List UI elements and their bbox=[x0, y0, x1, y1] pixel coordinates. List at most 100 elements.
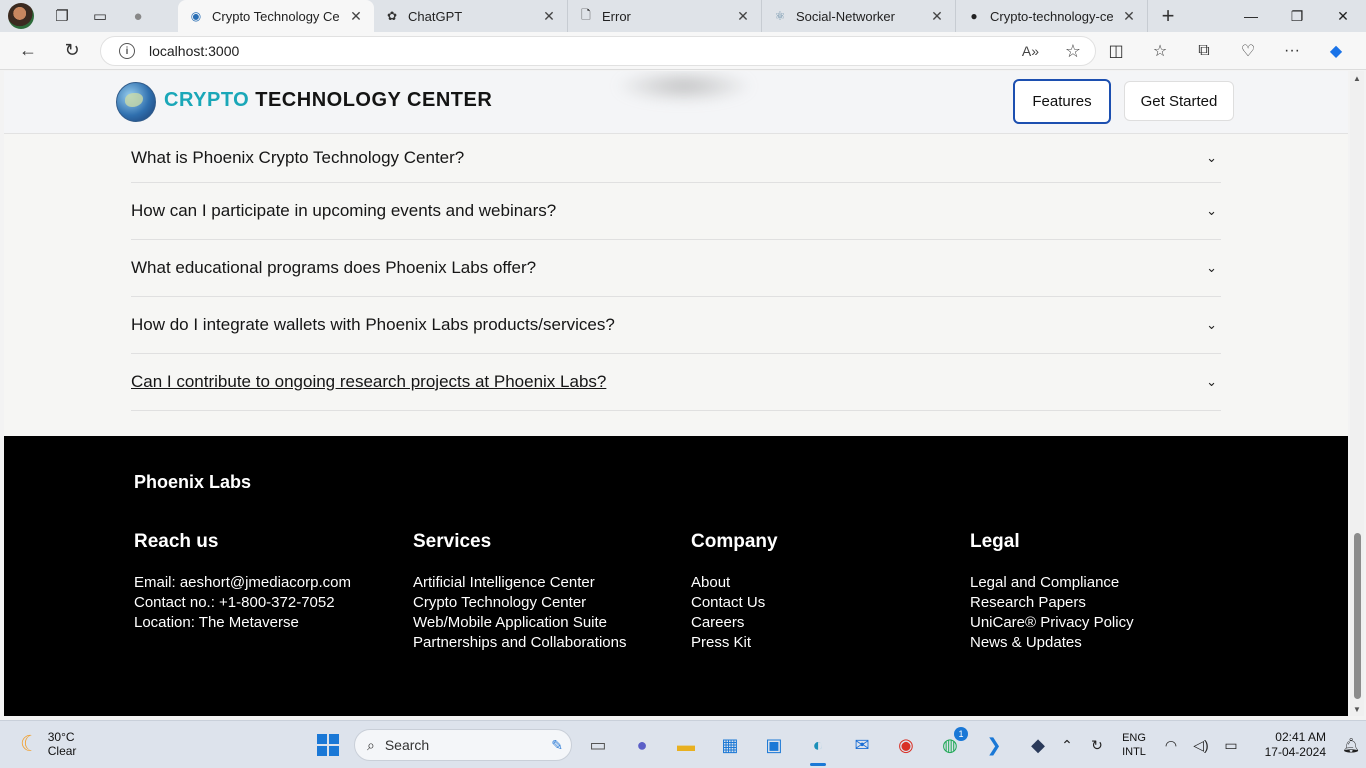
wifi-icon[interactable]: ◠ bbox=[1156, 737, 1186, 754]
close-tab-icon[interactable]: ✕ bbox=[735, 8, 751, 25]
weather-widget[interactable]: ☾ 30°C Clear bbox=[20, 730, 76, 758]
tab-error[interactable]: 🗋 Error ✕ bbox=[568, 0, 762, 32]
chevron-down-icon: ⌄ bbox=[1206, 203, 1217, 218]
battery-icon[interactable]: ▭ bbox=[1216, 737, 1246, 754]
features-button[interactable]: Features bbox=[1013, 79, 1111, 124]
windows-taskbar: ☾ 30°C Clear ⌕ Search ✎ ▭ ● ▬ ▦ ▣ ◐ ✉ ◉ … bbox=[0, 720, 1366, 768]
close-tab-icon[interactable]: ✕ bbox=[541, 8, 557, 25]
address-bar-row: ← ↻ i localhost:3000 A» ☆ ◫ ☆ ⧉ ♡ ··· ◆ bbox=[0, 32, 1366, 70]
meet-icon[interactable]: ● bbox=[620, 727, 664, 763]
brand-technology-center: TECHNOLOGY CENTER bbox=[255, 89, 493, 111]
profile-avatar[interactable] bbox=[8, 3, 34, 29]
weather-temp: 30°C bbox=[47, 730, 75, 744]
volume-icon[interactable]: ◁) bbox=[1186, 737, 1216, 754]
footer-link[interactable]: Artificial Intelligence Center bbox=[413, 573, 626, 593]
url-field[interactable]: i localhost:3000 A» ☆ bbox=[100, 36, 1096, 66]
footer-link[interactable]: Press Kit bbox=[691, 633, 778, 653]
restore-icon[interactable]: ❐ bbox=[1274, 0, 1320, 32]
taskbar-search[interactable]: ⌕ Search ✎ bbox=[354, 729, 572, 761]
site-footer: Phoenix Labs Reach us Email: aeshort@jme… bbox=[4, 436, 1348, 716]
favorites-icon[interactable]: ☆ bbox=[1138, 36, 1182, 66]
faq-item[interactable]: What educational programs does Phoenix L… bbox=[131, 240, 1221, 297]
copilot-icon[interactable]: ◆ bbox=[1314, 36, 1358, 66]
minimize-icon[interactable]: — bbox=[1228, 0, 1274, 32]
split-screen-icon[interactable]: ◫ bbox=[1094, 36, 1138, 66]
tab-title: Crypto Technology Cente bbox=[212, 8, 340, 24]
footer-location: Location: The Metaverse bbox=[134, 614, 299, 631]
back-button[interactable]: ← bbox=[12, 35, 44, 67]
close-tab-icon[interactable]: ✕ bbox=[348, 8, 364, 25]
faq-item[interactable]: What is Phoenix Crypto Technology Center… bbox=[131, 134, 1221, 183]
footer-link[interactable]: News & Updates bbox=[970, 633, 1134, 653]
windows-logo-icon bbox=[317, 734, 339, 756]
chrome-icon[interactable]: ◉ bbox=[884, 727, 928, 763]
store-icon[interactable]: ▦ bbox=[708, 727, 752, 763]
moon-icon: ☾ bbox=[20, 731, 40, 756]
favorite-star-icon[interactable]: ☆ bbox=[1065, 41, 1081, 62]
footer-link[interactable]: Legal and Compliance bbox=[970, 573, 1134, 593]
whatsapp-icon[interactable]: ◍ 1 bbox=[928, 727, 972, 763]
faq-question: What educational programs does Phoenix L… bbox=[131, 258, 537, 277]
globe-logo-icon[interactable] bbox=[116, 82, 156, 122]
faq-item[interactable]: Can I contribute to ongoing research pro… bbox=[131, 354, 1221, 411]
github-tab-icon[interactable]: ● bbox=[128, 6, 148, 26]
footer-column-title: Services bbox=[413, 531, 492, 552]
language-indicator[interactable]: ENG INTL bbox=[1112, 731, 1156, 759]
close-window-icon[interactable]: ✕ bbox=[1320, 0, 1366, 32]
site-brand[interactable]: CRYPTO TECHNOLOGY CENTER bbox=[164, 89, 492, 112]
tab-social-networker[interactable]: ⚛ Social-Networker ✕ bbox=[762, 0, 956, 32]
clock[interactable]: 02:41 AM 17-04-2024 bbox=[1246, 730, 1326, 760]
new-tab-button[interactable]: + bbox=[1148, 0, 1188, 32]
mail-icon[interactable]: ✉ bbox=[840, 727, 884, 763]
more-menu-icon[interactable]: ··· bbox=[1270, 36, 1314, 66]
collections-icon[interactable]: ⧉ bbox=[1182, 36, 1226, 66]
footer-column-services: Services Artificial Intelligence Center … bbox=[413, 531, 626, 653]
footer-link[interactable]: Web/Mobile Application Suite bbox=[413, 613, 626, 633]
read-aloud-icon[interactable]: A» bbox=[1022, 43, 1039, 59]
scroll-down-icon[interactable]: ▼ bbox=[1350, 702, 1364, 716]
edge-icon[interactable]: ◐ bbox=[796, 727, 840, 766]
refresh-button[interactable]: ↻ bbox=[56, 35, 88, 67]
workspaces-icon[interactable]: ❐ bbox=[52, 6, 72, 26]
scrollbar-thumb[interactable] bbox=[1354, 533, 1361, 699]
footer-column-company: Company About Contact Us Careers Press K… bbox=[691, 531, 778, 653]
tab-actions-icon[interactable]: ▭ bbox=[90, 6, 110, 26]
tab-chatgpt[interactable]: ✿ ChatGPT ✕ bbox=[374, 0, 568, 32]
close-tab-icon[interactable]: ✕ bbox=[929, 8, 945, 25]
faq-question: How can I participate in upcoming events… bbox=[131, 201, 557, 220]
myhp-icon[interactable]: ▣ bbox=[752, 727, 796, 763]
footer-link[interactable]: UniCare® Privacy Policy bbox=[970, 613, 1134, 633]
performance-icon[interactable]: ♡ bbox=[1226, 36, 1270, 66]
tab-crypto-technology[interactable]: ◉ Crypto Technology Cente ✕ bbox=[178, 0, 374, 32]
start-button[interactable] bbox=[306, 727, 350, 763]
site-info-icon[interactable]: i bbox=[119, 43, 135, 59]
footer-link[interactable]: Partnerships and Collaborations bbox=[413, 633, 626, 653]
faq-item[interactable]: How do I integrate wallets with Phoenix … bbox=[131, 297, 1221, 354]
task-view-icon[interactable]: ▭ bbox=[576, 727, 620, 763]
sync-icon[interactable]: ↻ bbox=[1082, 737, 1112, 754]
file-explorer-icon[interactable]: ▬ bbox=[664, 727, 708, 763]
vscode-icon[interactable]: ❯ bbox=[972, 727, 1016, 763]
page-viewport: CRYPTO TECHNOLOGY CENTER Features Get Sta… bbox=[4, 71, 1348, 716]
footer-column-title: Reach us bbox=[134, 531, 219, 552]
tab-title: ChatGPT bbox=[408, 8, 463, 24]
chevron-up-icon[interactable]: ⌃ bbox=[1052, 737, 1082, 754]
footer-link[interactable]: About bbox=[691, 573, 778, 593]
tab-github-repo[interactable]: ● Crypto-technology-cent ✕ bbox=[956, 0, 1148, 32]
footer-link[interactable]: Crypto Technology Center bbox=[413, 593, 626, 613]
scroll-up-icon[interactable]: ▲ bbox=[1350, 71, 1364, 85]
chevron-down-icon: ⌄ bbox=[1206, 260, 1217, 275]
footer-column-title: Company bbox=[691, 531, 778, 552]
page-scrollbar[interactable]: ▲ ▼ bbox=[1350, 71, 1364, 716]
search-highlight-icon: ✎ bbox=[551, 736, 563, 753]
footer-link[interactable]: Contact Us bbox=[691, 593, 778, 613]
react-icon: ⚛ bbox=[774, 9, 786, 23]
get-started-button[interactable]: Get Started bbox=[1124, 81, 1234, 121]
footer-link[interactable]: Research Papers bbox=[970, 593, 1134, 613]
footer-link[interactable]: Careers bbox=[691, 613, 778, 633]
notification-bell-icon[interactable]: 🔔︎ bbox=[1336, 737, 1366, 754]
footer-column-reach-us: Reach us Email: aeshort@jmediacorp.com C… bbox=[134, 531, 351, 633]
faq-item[interactable]: How can I participate in upcoming events… bbox=[131, 183, 1221, 240]
close-tab-icon[interactable]: ✕ bbox=[1121, 8, 1137, 25]
globe-icon: ◉ bbox=[190, 9, 202, 23]
